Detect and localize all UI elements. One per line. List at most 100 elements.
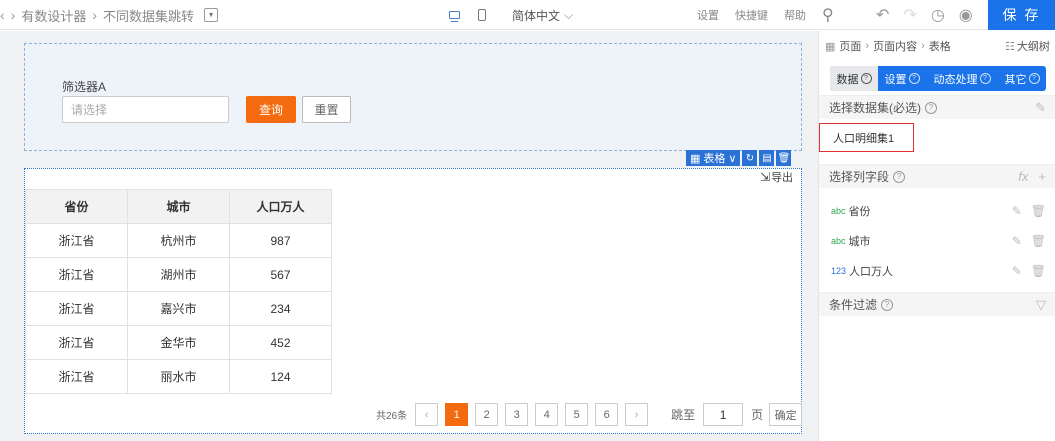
table-cell: 嘉兴市	[127, 291, 230, 326]
query-button[interactable]: 查询	[246, 96, 296, 123]
field-item[interactable]: abc 省份 ✎ 🗑	[831, 201, 1046, 221]
table-cell: 452	[229, 325, 332, 360]
tab-data[interactable]: 数据 ?	[830, 66, 878, 91]
help-icon: ?	[860, 73, 872, 84]
table-row: 浙江省 杭州市 987	[25, 223, 332, 258]
table-cell: 124	[229, 359, 332, 394]
language-select[interactable]: 简体中文 ⌵	[512, 0, 573, 30]
fields-section-header: 选择列字段 ? fx +	[819, 164, 1055, 188]
field-name: 省份	[848, 206, 871, 218]
field-name: 人口万人	[849, 266, 894, 278]
properties-panel: ▦ 页面 › 页面内容 › 表格 ☷ 大纲树 数据 ? 设置 ? 动态处理 ? …	[818, 31, 1055, 441]
chevron-right-icon: ›	[865, 40, 870, 52]
dropdown-icon[interactable]: ▼	[204, 8, 219, 22]
preview-eye-icon[interactable]: ◉	[959, 5, 973, 25]
table-cell: 金华市	[127, 325, 230, 360]
filter-component[interactable]: 筛选器A 请选择 查询 重置	[24, 43, 802, 151]
help-link[interactable]: 帮助	[784, 7, 806, 23]
goto-confirm-button[interactable]: 确定	[769, 403, 803, 426]
section-title: 选择数据集(必选)	[829, 101, 921, 115]
field-item[interactable]: 123 人口万人 ✎ 🗑	[831, 261, 1046, 281]
breadcrumb: ‹ › 有数设计器 › 不同数据集跳转 ▼	[0, 0, 219, 30]
page-button[interactable]: 6	[595, 403, 619, 426]
desktop-icon[interactable]	[449, 11, 460, 22]
chevron-right-icon: ›	[10, 7, 16, 23]
tab-settings[interactable]: 设置 ?	[878, 66, 926, 91]
component-toolbar: ▦ 表格 ∨ ↻ ▤ 🗑	[686, 150, 792, 166]
page-button[interactable]: 4	[535, 403, 559, 426]
chevron-left-icon[interactable]: ‹	[0, 7, 5, 23]
table-cell: 湖州市	[127, 257, 230, 292]
field-name: 城市	[848, 236, 871, 248]
filter-select[interactable]: 请选择	[62, 96, 229, 123]
panel-crumb-item[interactable]: 表格	[929, 38, 951, 54]
top-links: 设置 快捷键 帮助 ⚲	[697, 0, 834, 30]
tab-other[interactable]: 其它 ?	[998, 66, 1046, 91]
search-icon[interactable]: ⚲	[822, 5, 834, 25]
table-icon: ▦	[690, 152, 701, 165]
table-row: 浙江省 湖州市 567	[25, 257, 332, 292]
dataset-section-header: 选择数据集(必选) ? ✎	[819, 95, 1055, 119]
goto-page-input[interactable]: 1	[703, 403, 744, 426]
delete-icon[interactable]: 🗑	[1031, 234, 1046, 248]
dataset-select[interactable]: 人口明细集1	[819, 123, 914, 152]
table-cell: 浙江省	[25, 325, 128, 360]
formula-icon[interactable]: fx	[1018, 169, 1028, 184]
table-cell: 浙江省	[25, 359, 128, 394]
column-header[interactable]: 人口万人	[229, 189, 332, 224]
page-button[interactable]: 5	[565, 403, 589, 426]
dataset-value: 人口明细集1	[833, 132, 895, 145]
language-label: 简体中文	[512, 8, 561, 23]
page-button[interactable]: 1	[445, 403, 469, 426]
component-type-label: 表格	[703, 153, 726, 165]
edit-icon[interactable]: ✎	[1012, 264, 1022, 278]
page-button[interactable]: 3	[505, 403, 529, 426]
panel-crumb-item[interactable]: 页面	[839, 38, 861, 54]
page-button[interactable]: 2	[475, 403, 499, 426]
table-cell: 浙江省	[25, 257, 128, 292]
edit-icon[interactable]: ✎	[1012, 204, 1022, 218]
undo-icon[interactable]: ↶	[876, 5, 889, 25]
help-icon: ?	[1028, 73, 1040, 84]
refresh-icon[interactable]: ↻	[742, 150, 758, 166]
panel-tabs: 数据 ? 设置 ? 动态处理 ? 其它 ?	[830, 66, 1046, 91]
table-cell: 234	[229, 291, 332, 326]
edit-icon[interactable]: ✎	[1012, 234, 1022, 248]
grid-icon: ▦	[825, 40, 836, 53]
table-row: 浙江省 金华市 452	[25, 325, 332, 360]
breadcrumb-item-designer[interactable]: 有数设计器	[21, 6, 86, 25]
column-header[interactable]: 城市	[127, 189, 230, 224]
prev-page-button[interactable]: ‹	[415, 403, 439, 426]
shortcuts-link[interactable]: 快捷键	[735, 7, 768, 23]
delete-icon[interactable]: 🗑	[1031, 204, 1046, 218]
component-type-select[interactable]: ▦ 表格 ∨	[686, 150, 741, 166]
redo-icon[interactable]: ↷	[903, 5, 916, 25]
chevron-right-icon: ›	[921, 40, 925, 52]
field-item[interactable]: abc 城市 ✎ 🗑	[831, 231, 1046, 251]
settings-link[interactable]: 设置	[697, 7, 719, 23]
panel-crumb-item[interactable]: 页面内容	[873, 38, 917, 54]
tab-dynamic[interactable]: 动态处理 ?	[926, 66, 998, 91]
chevron-down-icon: ⌵	[564, 7, 574, 22]
column-header[interactable]: 省份	[25, 189, 128, 224]
next-page-button[interactable]: ›	[625, 403, 649, 426]
table-cell: 杭州市	[127, 223, 230, 258]
delete-icon[interactable]: 🗑	[1031, 264, 1046, 278]
save-button[interactable]: 保 存	[988, 0, 1055, 30]
page-unit-label: 页	[751, 408, 764, 422]
add-icon[interactable]: +	[1038, 169, 1046, 184]
tab-label: 其它	[1004, 73, 1027, 86]
section-title: 选择列字段	[829, 170, 890, 184]
delete-icon[interactable]: 🗑	[776, 150, 792, 166]
export-button[interactable]: ⇲ 导出	[760, 169, 793, 185]
breadcrumb-item-page[interactable]: 不同数据集跳转	[103, 6, 194, 25]
help-icon: ?	[881, 298, 894, 311]
edit-icon[interactable]: ✎	[1035, 100, 1046, 116]
filter-funnel-icon[interactable]: ▽	[1036, 297, 1046, 313]
reset-button[interactable]: 重置	[302, 96, 351, 123]
panel-breadcrumb: ▦ 页面 › 页面内容 › 表格	[825, 38, 951, 54]
mobile-icon[interactable]	[478, 9, 486, 21]
copy-icon[interactable]: ▤	[759, 150, 775, 166]
history-clock-icon[interactable]: ◷	[931, 5, 945, 25]
outline-tree-button[interactable]: ☷ 大纲树	[1005, 38, 1050, 54]
